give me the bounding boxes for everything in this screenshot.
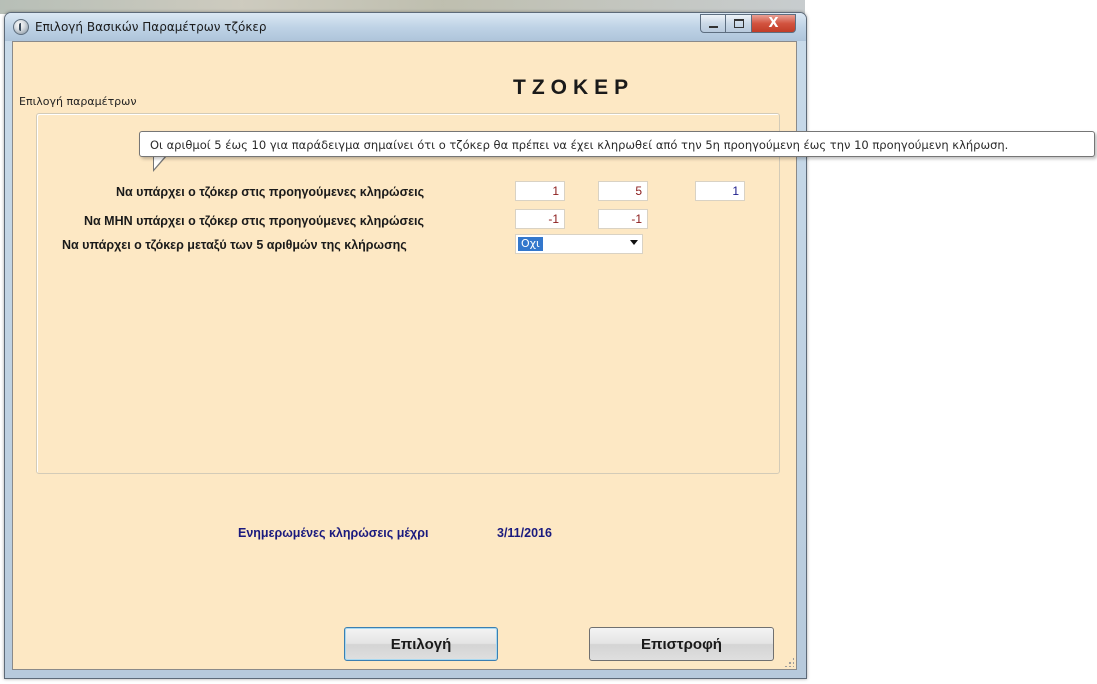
maximize-button[interactable] bbox=[726, 14, 752, 33]
caption-buttons: X bbox=[700, 14, 796, 34]
minimize-button[interactable] bbox=[700, 14, 726, 33]
window-title: Επιλογή Βασικών Παραμέτρων τζόκερ bbox=[35, 20, 267, 34]
tooltip: Οι αριθμοί 5 έως 10 για παράδειγμα σημαί… bbox=[139, 131, 1095, 157]
updated-draws-label: Ενημερωμένες κληρώσεις μέχρι bbox=[238, 526, 429, 540]
not-exists-to-field[interactable]: -1 bbox=[598, 209, 648, 229]
select-button[interactable]: Επιλογή bbox=[344, 627, 498, 661]
app-icon bbox=[13, 19, 29, 35]
page-title: ΤΖΟΚΕΡ bbox=[513, 76, 635, 99]
close-button[interactable]: X bbox=[752, 14, 796, 33]
minimize-icon bbox=[708, 25, 718, 28]
between-numbers-label: Να υπάρχει ο τζόκερ μεταξύ των 5 αριθμών… bbox=[62, 238, 407, 252]
between-numbers-select[interactable]: Οχι bbox=[515, 234, 643, 254]
tooltip-tail-fill bbox=[154, 155, 166, 169]
not-exists-from-field[interactable]: -1 bbox=[515, 209, 565, 229]
resize-grip-icon[interactable] bbox=[784, 657, 794, 667]
exists-from-field[interactable]: 1 bbox=[515, 181, 565, 201]
not-exists-previous-label: Να ΜΗΝ υπάρχει ο τζόκερ στις προηγούμενε… bbox=[84, 214, 425, 228]
exists-previous-label: Να υπάρχει ο τζόκερ στις προηγούμενες κλ… bbox=[116, 185, 425, 199]
dropdown-arrow-icon bbox=[630, 240, 638, 245]
parameters-groupbox bbox=[36, 113, 780, 474]
close-icon: X bbox=[768, 16, 779, 31]
updated-draws-date: 3/11/2016 bbox=[497, 526, 552, 540]
maximize-icon bbox=[733, 19, 744, 28]
exists-to-field[interactable]: 5 bbox=[598, 181, 648, 201]
exists-count-field[interactable]: 1 bbox=[695, 181, 745, 201]
select-value: Οχι bbox=[518, 237, 543, 251]
back-button[interactable]: Επιστροφή bbox=[589, 627, 774, 661]
dialog-window: Επιλογή Βασικών Παραμέτρων τζόκερ X ΤΖΟΚ… bbox=[4, 12, 807, 679]
groupbox-label: Επιλογή παραμέτρων bbox=[16, 95, 140, 108]
title-bar[interactable]: Επιλογή Βασικών Παραμέτρων τζόκερ X bbox=[5, 13, 806, 41]
